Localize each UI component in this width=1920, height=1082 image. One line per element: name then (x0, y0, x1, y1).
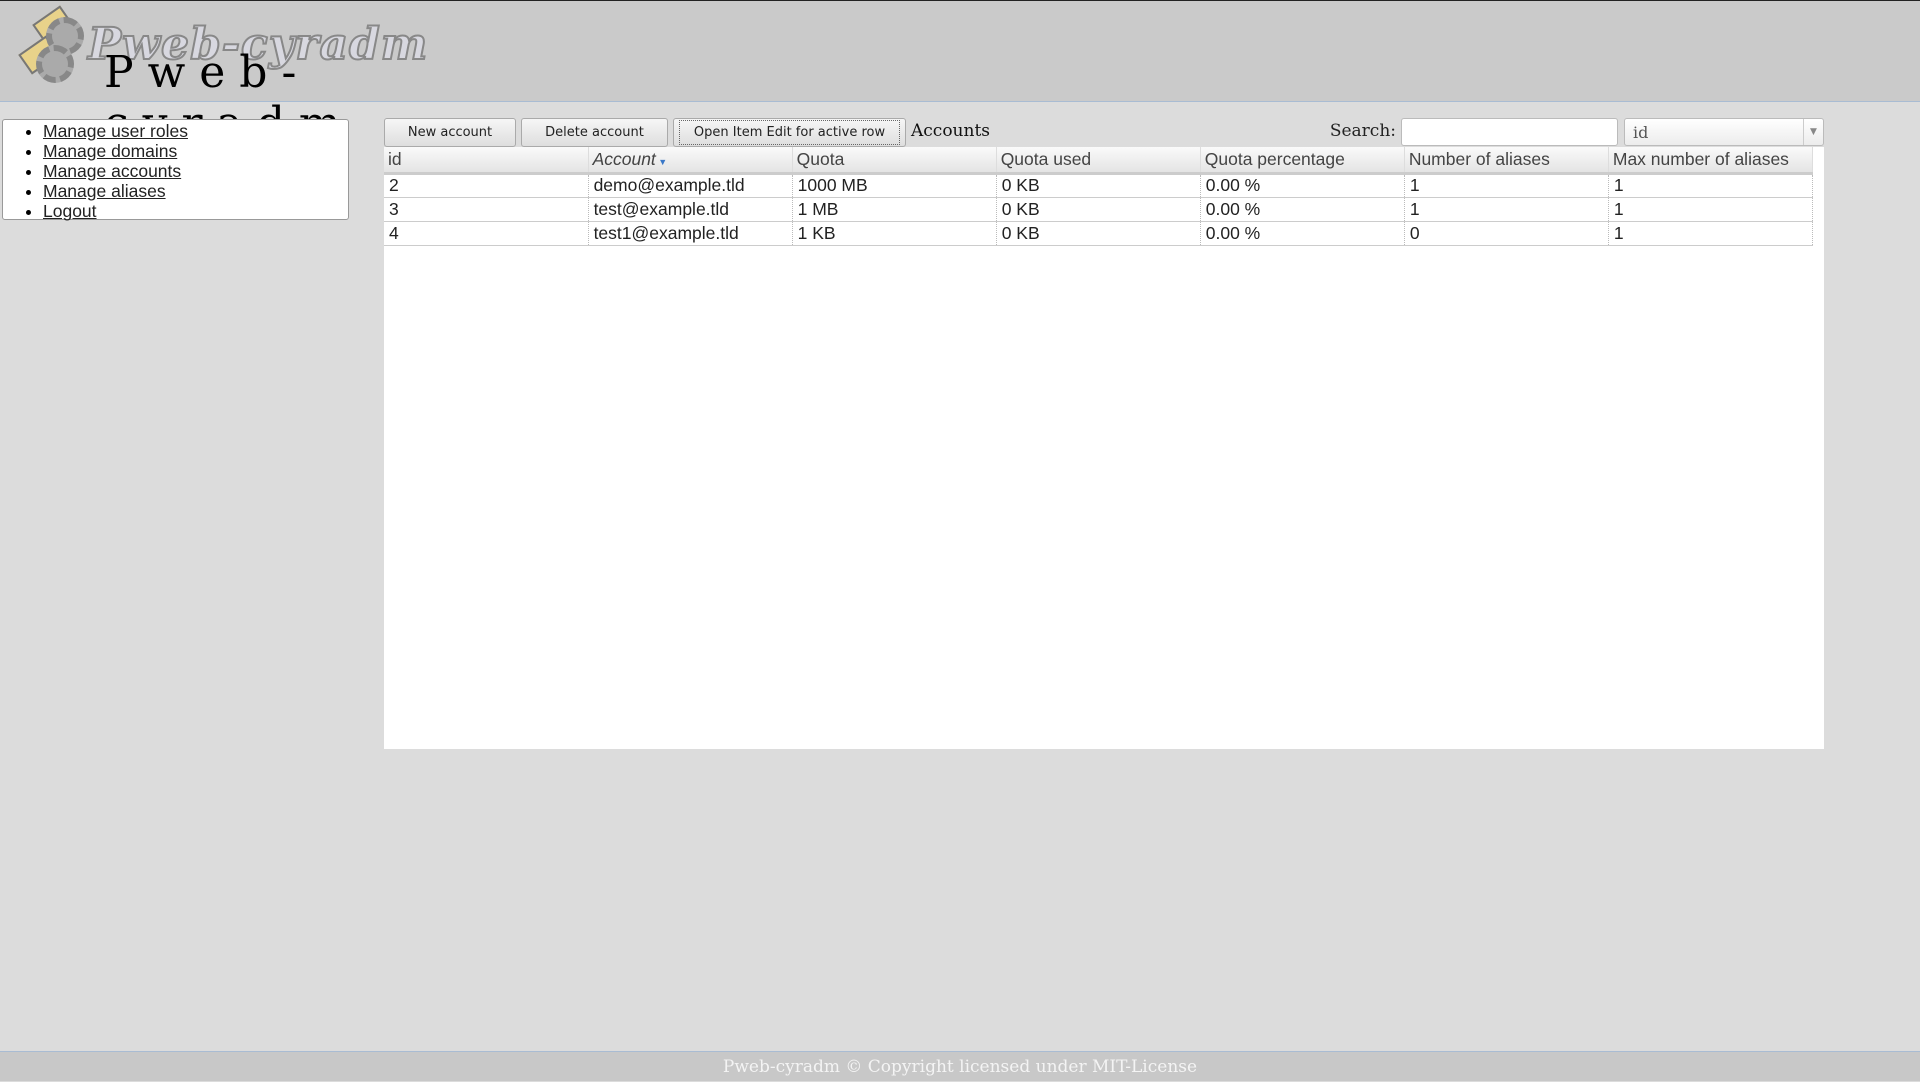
table-cell: demo@example.tld (588, 173, 793, 198)
table-cell: 3 (384, 197, 589, 222)
table-cell: 1 MB (792, 197, 997, 222)
table-cell: 0.00 % (1200, 197, 1405, 222)
sidebar-item-aliases: Manage aliases (43, 181, 348, 201)
logo: Pweb-cyradm Pweb-cyradm (8, 3, 488, 149)
table-cell: 1000 MB (792, 173, 997, 198)
column-header-label: Quota percentage (1204, 148, 1345, 169)
sidebar-menu: Manage user roles Manage domains Manage … (2, 119, 349, 221)
logout-link[interactable]: Logout (43, 201, 97, 221)
column-header-quota-used[interactable]: Quota used (996, 147, 1201, 175)
search-input[interactable] (1401, 118, 1618, 146)
table-cell: 1 (1608, 221, 1814, 246)
grid-title: Accounts (911, 121, 991, 141)
table-cell: 1 (1404, 197, 1609, 222)
manage-domains-link[interactable]: Manage domains (43, 141, 177, 161)
header: Pweb-cyradm Pweb-cyradm (0, 1, 1920, 149)
column-header-quota[interactable]: Quota (792, 147, 997, 175)
column-header-label: id (388, 148, 402, 169)
sort-descending-icon: ▼ (655, 156, 668, 167)
column-header-account[interactable]: Account ▼ (588, 147, 793, 175)
table-cell: 1 (1404, 173, 1609, 198)
table-row[interactable]: 4 test1@example.tld 1 KB 0 KB 0.00 % 0 1 (384, 221, 1814, 246)
table-cell: 1 KB (792, 221, 997, 246)
column-header-label: Quota used (1000, 148, 1092, 169)
column-header-label: Number of aliases (1408, 148, 1550, 169)
table-cell: 0 KB (996, 173, 1201, 198)
accounts-grid: id Account ▼ Quota Quota used Quota percenta… (384, 147, 1824, 749)
toolbar: New account Delete account Open Item Edi… (384, 118, 1824, 147)
column-header-quota-percentage[interactable]: Quota percentage (1200, 147, 1405, 175)
chevron-down-icon[interactable]: ▼ (1803, 119, 1823, 145)
table-row[interactable]: 2 demo@example.tld 1000 MB 0 KB 0.00 % 1 1 (384, 173, 1814, 198)
table-cell: 0 KB (996, 221, 1201, 246)
search-field-value: id (1633, 123, 1649, 142)
column-header-number-of-aliases[interactable]: Number of aliases (1404, 147, 1609, 175)
table-cell: 4 (384, 221, 589, 246)
sidebar-item-domains: Manage domains (43, 141, 348, 161)
column-header-label: Account (592, 148, 656, 169)
new-account-button[interactable]: New account (384, 118, 516, 147)
column-header-label: Max number of aliases (1612, 148, 1789, 169)
open-item-edit-button[interactable]: Open Item Edit for active row (673, 118, 906, 147)
table-cell: 0.00 % (1200, 173, 1405, 198)
column-header-id[interactable]: id (384, 147, 589, 175)
manage-accounts-link[interactable]: Manage accounts (43, 161, 181, 181)
sidebar-item-accounts: Manage accounts (43, 161, 348, 181)
column-header-max-number-of-aliases[interactable]: Max number of aliases (1608, 147, 1814, 175)
search-label: Search: (1329, 121, 1396, 141)
sidebar-item-user-roles: Manage user roles (43, 121, 348, 141)
manage-user-roles-link[interactable]: Manage user roles (43, 121, 188, 141)
table-cell: 1 (1608, 173, 1814, 198)
delete-account-button[interactable]: Delete account (521, 118, 668, 147)
table-cell: test1@example.tld (588, 221, 793, 246)
column-header-label: Quota (796, 148, 845, 169)
table-cell: 2 (384, 173, 589, 198)
open-item-edit-label: Open Item Edit for active row (678, 120, 901, 145)
table-cell: 1 (1608, 197, 1814, 222)
footer: Pweb-cyradm © Copyright licensed under M… (0, 1051, 1920, 1081)
manage-aliases-link[interactable]: Manage aliases (43, 181, 166, 201)
table-cell: 0.00 % (1200, 221, 1405, 246)
search-field-select[interactable]: id ▼ (1624, 118, 1824, 146)
table-cell: 0 (1404, 221, 1609, 246)
table-cell: test@example.tld (588, 197, 793, 222)
sidebar-item-logout: Logout (43, 201, 348, 221)
table-cell: 0 KB (996, 197, 1201, 222)
table-row[interactable]: 3 test@example.tld 1 MB 0 KB 0.00 % 1 1 (384, 197, 1814, 222)
table-header-row: id Account ▼ Quota Quota used Quota percenta… (384, 147, 1814, 175)
gear-icon (36, 45, 74, 83)
